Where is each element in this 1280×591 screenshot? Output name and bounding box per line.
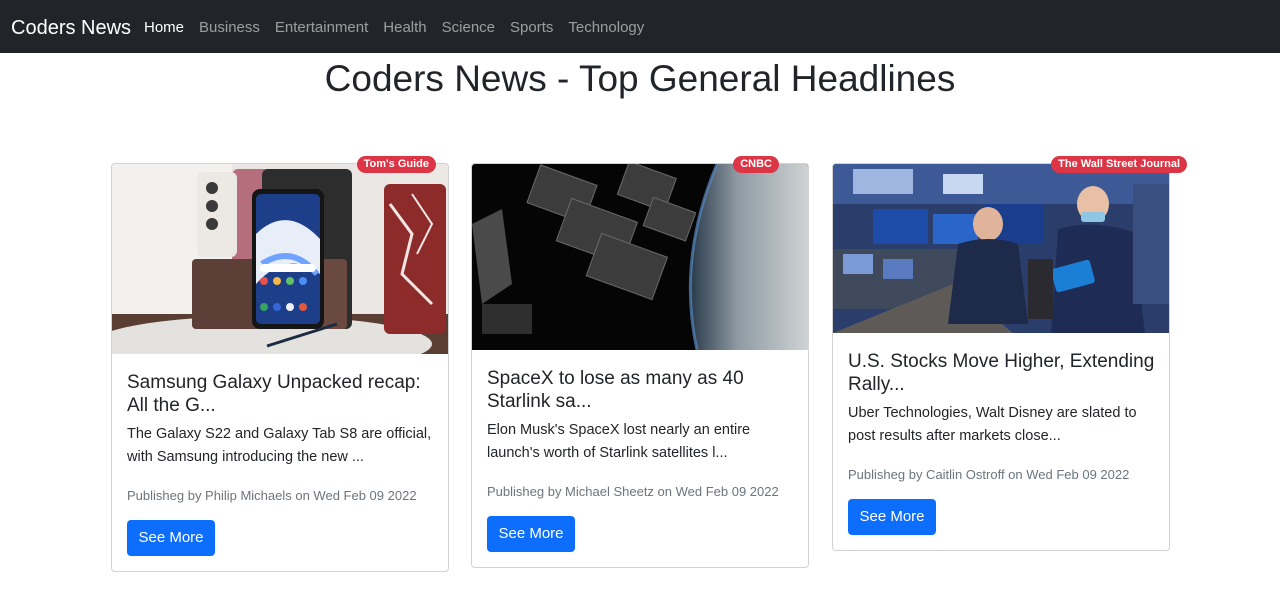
smartphone-product-photo — [112, 164, 448, 354]
see-more-button[interactable]: See More — [848, 499, 936, 535]
nav-link-entertainment[interactable]: Entertainment — [275, 18, 368, 38]
page-title: Coders News - Top General Headlines — [324, 58, 956, 99]
source-badge: CNBC — [733, 156, 779, 173]
article-description: The Galaxy S22 and Galaxy Tab S8 are off… — [127, 426, 432, 465]
source-badge: Tom's Guide — [356, 156, 436, 173]
article-title: U.S. Stocks Move Higher, Extending Rally… — [848, 351, 1155, 395]
nav-link-business[interactable]: Business — [199, 18, 260, 38]
see-more-button[interactable]: See More — [487, 516, 575, 552]
nav-link-health[interactable]: Health — [383, 18, 426, 38]
article-title: SpaceX to lose as many as 40 Starlink sa… — [487, 368, 744, 412]
nav-link-technology[interactable]: Technology — [568, 18, 644, 38]
article-description: Uber Technologies, Walt Disney are slate… — [848, 405, 1137, 444]
article-meta: Publisheg by Michael Sheetz on Wed Feb 0… — [487, 484, 779, 499]
nav-link-home[interactable]: Home — [144, 18, 184, 38]
news-card: Tom's Guide Samsung Galaxy Unpacked reca… — [111, 156, 449, 572]
satellites-over-earth-photo — [472, 164, 808, 350]
article-description: Elon Musk's SpaceX lost nearly an entire… — [487, 422, 751, 461]
navbar: Coders News Home Business Entertainment … — [0, 0, 1280, 53]
nav-link-science[interactable]: Science — [442, 18, 495, 38]
brand-link[interactable]: Coders News — [11, 15, 131, 41]
article-title: Samsung Galaxy Unpacked recap: All the G… — [127, 372, 421, 416]
news-card: CNBC SpaceX to lose as many as 40 Starli… — [471, 156, 809, 568]
nav-links: Home Business Entertainment Health Scien… — [144, 18, 659, 38]
news-card: The Wall Street Journal U.S. Stocks Move… — [832, 156, 1187, 551]
stock-exchange-floor-photo — [833, 164, 1169, 333]
article-meta: Publisheg by Philip Michaels on Wed Feb … — [127, 488, 417, 503]
see-more-button[interactable]: See More — [127, 520, 215, 556]
article-meta: Publisheg by Caitlin Ostroff on Wed Feb … — [848, 467, 1130, 482]
nav-link-sports[interactable]: Sports — [510, 18, 553, 38]
source-badge: The Wall Street Journal — [1051, 156, 1187, 173]
